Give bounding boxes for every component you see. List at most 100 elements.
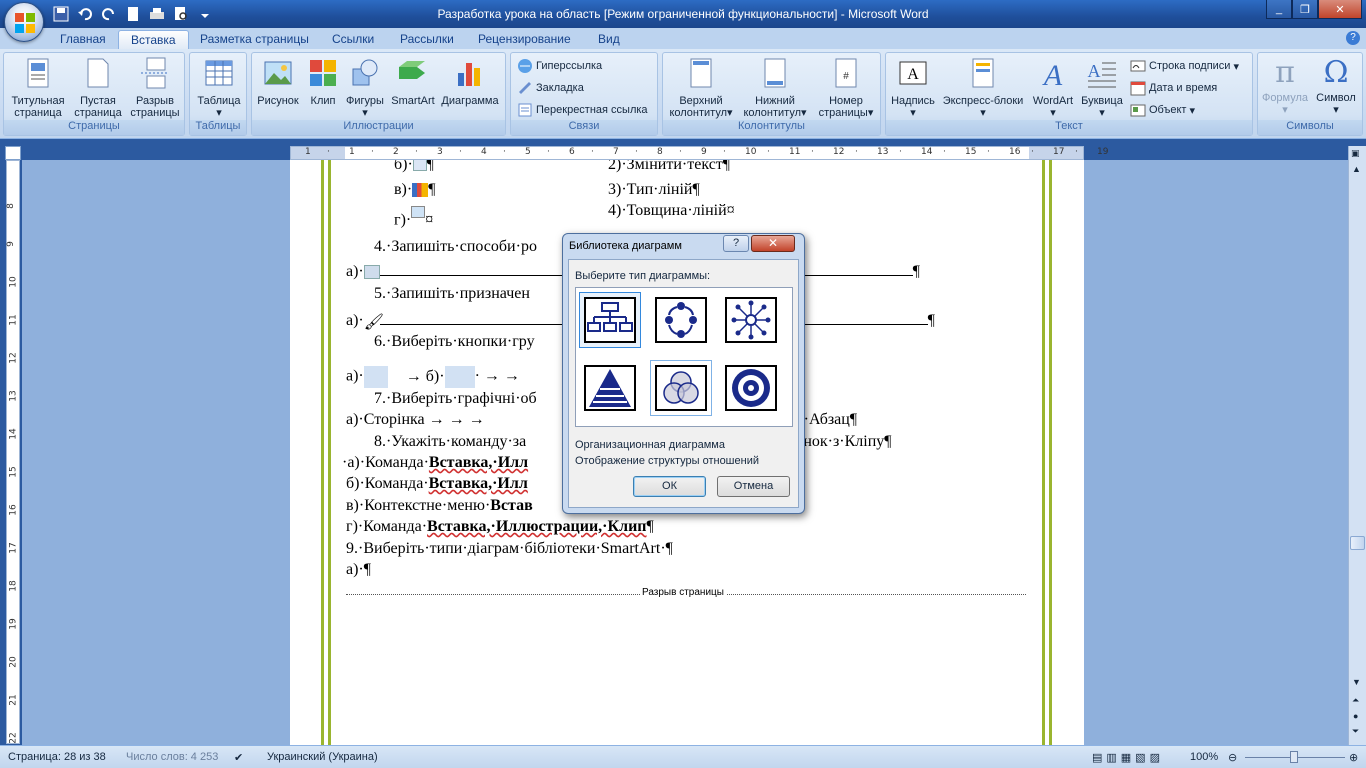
zoom-slider-thumb[interactable] <box>1290 751 1298 763</box>
restore-button[interactable]: ❐ <box>1292 0 1318 19</box>
page-number-label-2: страницы <box>818 107 868 119</box>
quickparts-label: Экспресс-блоки <box>942 95 1024 107</box>
picture-button[interactable]: Рисунок <box>254 57 302 107</box>
dropcap-button[interactable]: A Буквица ▾ <box>1078 57 1126 119</box>
close-button[interactable]: ✕ <box>1318 0 1362 19</box>
object-button[interactable]: Объект ▾ <box>1130 101 1195 119</box>
textbox-dropdown-icon: ▾ <box>910 107 916 119</box>
diagram-type-name: Организационная диаграмма <box>575 439 725 451</box>
blank-page-icon <box>87 58 109 88</box>
quickparts-button[interactable]: Экспресс-блоки ▾ <box>938 57 1028 119</box>
ruler-tick-label: · <box>635 147 638 157</box>
next-page-icon[interactable]: ⏷ <box>1352 726 1359 737</box>
word-count[interactable]: Число слов: 4 253 <box>126 751 218 763</box>
textbox-label: Надпись <box>891 95 935 107</box>
symbol-dropdown-icon: ▾ <box>1333 104 1339 116</box>
ruler-tick-label: · <box>459 147 462 157</box>
smartart-label: SmartArt <box>391 95 435 107</box>
ok-button[interactable]: ОК <box>633 476 706 497</box>
scroll-up-icon[interactable]: ▲ <box>1352 164 1361 174</box>
title-page-icon <box>27 58 49 88</box>
ruler-tick-label: 21 <box>8 694 19 706</box>
chart-inline-icon <box>412 183 429 198</box>
ruler-toggle-icon[interactable]: ▣ <box>1351 148 1360 159</box>
scroll-down-icon[interactable]: ▼ <box>1352 677 1361 687</box>
dialog-help-button[interactable]: ? <box>723 235 749 252</box>
tab-references[interactable]: Ссылки <box>320 30 386 50</box>
blank-page-label-2: страница <box>74 107 122 119</box>
view-buttons[interactable]: ▤▥▦▧▨ <box>1092 751 1164 764</box>
svg-text:A: A <box>907 66 919 83</box>
header-button[interactable]: Верхний колонтитул▾ <box>665 57 737 119</box>
datetime-button[interactable]: Дата и время <box>1130 79 1217 97</box>
language[interactable]: Украинский (Украина) <box>267 751 378 763</box>
venn-option[interactable] <box>650 360 712 416</box>
header-dropdown-icon: ▾ <box>727 107 733 119</box>
ruler-tick-label: · <box>415 147 418 157</box>
textbox-button[interactable]: A Надпись ▾ <box>888 57 938 119</box>
venn-icon <box>663 371 699 404</box>
footer-label: Нижний <box>755 95 795 107</box>
page-count[interactable]: Страница: 28 из 38 <box>8 751 106 763</box>
hyperlink-button[interactable]: Гиперссылка <box>517 57 602 75</box>
footer-button[interactable]: Нижний колонтитул▾ <box>739 57 811 119</box>
doc-line: а)· <box>346 367 364 385</box>
bookmark-button[interactable]: Закладка <box>517 79 584 97</box>
pyramid-option[interactable] <box>579 360 641 416</box>
doc-line-tail: ¶ <box>927 312 936 329</box>
ruler-tick-label: · <box>371 147 374 157</box>
signature-line-button[interactable]: Строка подписи ▾ <box>1130 57 1239 75</box>
vertical-scrollbar[interactable]: ▣ ▲ ▼ ⏶ ● ⏷ <box>1348 146 1366 745</box>
tab-page-layout[interactable]: Разметка страницы <box>188 30 321 50</box>
tab-view[interactable]: Вид <box>586 30 632 50</box>
title-page-button[interactable]: Титульная страница <box>8 57 68 119</box>
cross-reference-button[interactable]: Перекрестная ссылка <box>517 101 648 119</box>
shapes-label: Фигуры <box>346 95 384 107</box>
doc-line: в)· <box>394 181 413 198</box>
spellcheck-icon[interactable]: ✔ <box>234 751 243 764</box>
blank-page-button[interactable]: Пустая страница <box>70 57 126 119</box>
cycle-option[interactable] <box>650 292 712 348</box>
tab-mailings[interactable]: Рассылки <box>388 30 466 50</box>
equation-button[interactable]: π Формула ▾ <box>1260 57 1310 117</box>
page-number-button[interactable]: # Номер страницы▾ <box>813 57 879 119</box>
table-button[interactable]: Таблица ▾ <box>192 57 246 119</box>
dropcap-label: Буквица <box>1081 95 1123 107</box>
dialog-close-button[interactable]: ✕ <box>751 235 795 252</box>
hyperlink-icon <box>518 59 532 73</box>
symbol-button[interactable]: Ω Символ ▾ <box>1310 57 1362 117</box>
title-page-label: Титульная <box>11 95 65 107</box>
office-button[interactable] <box>4 2 44 42</box>
browse-object-icon[interactable]: ● <box>1353 711 1358 721</box>
vertical-ruler[interactable]: 891011121314151617181920212223 <box>6 160 20 744</box>
group-symbols: π Формула ▾ Ω Символ ▾ Символы <box>1257 52 1363 136</box>
smartart-button[interactable]: SmartArt <box>388 57 438 107</box>
help-icon[interactable]: ? <box>1346 31 1360 45</box>
wordart-button[interactable]: A WordArt ▾ <box>1028 57 1078 119</box>
horizontal-ruler[interactable]: 1 · 1 · 2 · 3 · 4 · 5 · 6 · 7 · 8 · 9 · 10 · 11 · 12 · 13 · 14 · 15 · 16… <box>290 146 1108 160</box>
ruler-tick-label: · <box>547 147 550 157</box>
scroll-thumb[interactable] <box>1350 536 1365 550</box>
zoom-out-icon[interactable]: ⊖ <box>1228 751 1237 764</box>
previous-page-icon[interactable]: ⏶ <box>1352 695 1359 706</box>
radial-option[interactable] <box>720 292 782 348</box>
tab-insert[interactable]: Вставка <box>118 30 189 50</box>
ruler-tab-selector[interactable] <box>5 146 21 160</box>
window-controls: _ ❐ ✕ <box>1266 0 1362 19</box>
chart-button[interactable]: Диаграмма <box>438 57 502 107</box>
zoom-level[interactable]: 100% <box>1190 751 1218 763</box>
target-option[interactable] <box>720 360 782 416</box>
clipart-button[interactable]: Клип <box>304 57 342 107</box>
minimize-button[interactable]: _ <box>1266 0 1292 19</box>
object-label: Объект <box>1149 104 1187 116</box>
page-break-button[interactable]: Разрыв страницы <box>126 57 184 119</box>
wordart-icon: A <box>1042 59 1063 92</box>
shapes-icon <box>352 59 378 86</box>
org-chart-option[interactable] <box>579 292 641 348</box>
tab-home[interactable]: Главная <box>48 30 118 50</box>
doc-line: а)·Сторінка → → → <box>346 411 485 428</box>
tab-review[interactable]: Рецензирование <box>466 30 583 50</box>
shapes-button[interactable]: Фигуры ▾ <box>342 57 388 119</box>
cancel-button[interactable]: Отмена <box>717 476 790 497</box>
zoom-in-icon[interactable]: ⊕ <box>1349 751 1358 764</box>
